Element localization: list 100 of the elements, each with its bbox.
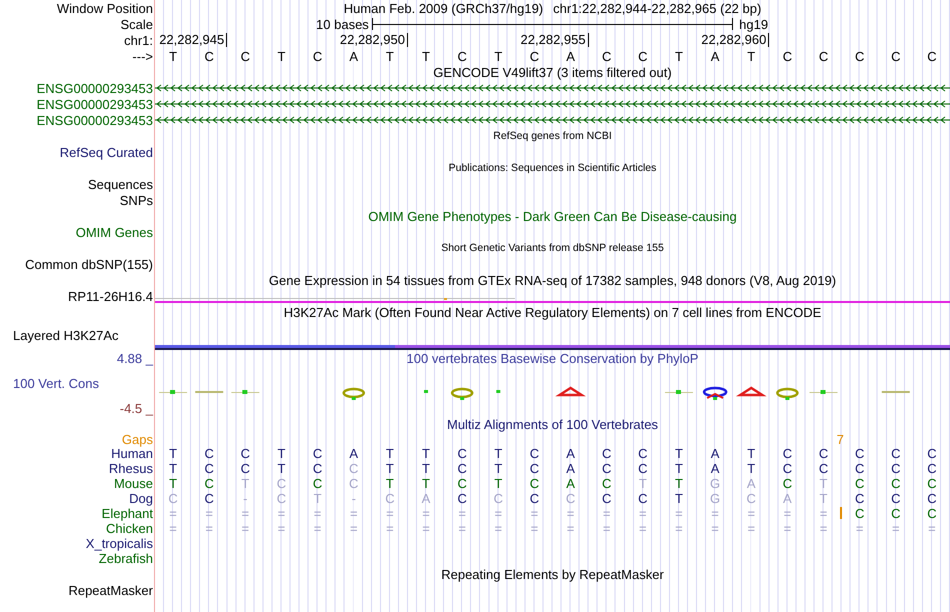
sequence-base: T [277, 48, 286, 64]
aligned-base: C [638, 491, 648, 506]
track-title: Repeating Elements by RepeatMasker [441, 566, 664, 582]
aligned-base: T [386, 476, 394, 491]
aligned-base: C [204, 461, 214, 476]
aligned-base: C [457, 476, 467, 491]
sequence-base: T [386, 48, 394, 64]
track-label[interactable]: Elephant [102, 506, 153, 521]
aligned-base: C [891, 491, 900, 506]
aligned-base: = [242, 521, 250, 536]
aligned-base: C [457, 461, 467, 476]
track-title: Short Genetic Variants from dbSNP release 155 [441, 242, 664, 254]
track-label[interactable]: Mouse [114, 476, 153, 491]
aligned-base: C [818, 446, 828, 461]
aligned-base: T [241, 476, 250, 491]
aligned-base: = [169, 506, 177, 521]
aligned-base: T [422, 461, 430, 476]
aligned-base: C [240, 446, 250, 461]
aligned-base: C [891, 461, 900, 476]
track-label[interactable]: Sequences [88, 176, 153, 192]
track-label[interactable]: Zebrafish [98, 551, 153, 566]
track-label[interactable]: Chicken [106, 521, 153, 536]
track-label[interactable]: -4.5 _ [120, 400, 153, 416]
aligned-base: = [784, 521, 792, 536]
track-label[interactable]: RepeatMasker [68, 582, 153, 598]
sequence-base: C [204, 48, 214, 64]
ruler-tick: 22,282,960 [701, 33, 770, 47]
track-title: Multiz Alignments of 100 Vertebrates [446, 416, 658, 432]
aligned-base: - [243, 491, 248, 506]
aligned-base: C [349, 461, 358, 476]
aligned-base: A [349, 446, 358, 461]
sequence-base: C [927, 48, 937, 64]
aligned-base: A [566, 446, 575, 461]
track-title: GENCODE V49lift37 (3 items filtered out) [433, 64, 672, 80]
track-label[interactable]: Dog [129, 491, 153, 506]
aligned-base: = [856, 521, 864, 536]
aligned-base: T [820, 476, 828, 491]
aligned-base: G [710, 476, 720, 491]
sequence-base: C [891, 48, 900, 64]
track-label[interactable]: OMIM Genes [76, 224, 153, 240]
aligned-base: C [276, 476, 286, 491]
aligned-base: = [892, 521, 900, 536]
aligned-base: C [530, 491, 540, 506]
aligned-base: = [566, 506, 574, 521]
aligned-base: C [746, 491, 756, 506]
aligned-base: C [854, 506, 864, 521]
aligned-base: T [494, 461, 502, 476]
track-label[interactable]: ENSG00000293453 [36, 80, 153, 96]
sequence-base: C [312, 48, 322, 64]
track-label[interactable]: ENSG00000293453 [36, 96, 153, 112]
aligned-base: C [818, 461, 828, 476]
aligned-base: = [242, 506, 250, 521]
aligned-base: C [782, 476, 792, 491]
aligned-base: A [746, 476, 756, 491]
track-label[interactable]: ENSG00000293453 [36, 112, 153, 128]
track-label[interactable]: RefSeq Curated [60, 144, 153, 160]
sequence-base: A [566, 48, 575, 64]
track-label[interactable]: RP11-26H16.4 [68, 288, 153, 304]
sequence-base: C [854, 48, 864, 64]
aligned-base: C [638, 461, 648, 476]
aligned-base: = [458, 506, 466, 521]
sequence-base: C [818, 48, 828, 64]
track-label[interactable]: SNPs [120, 192, 153, 208]
aligned-base: C [457, 491, 467, 506]
aligned-base: C [566, 491, 576, 506]
aligned-base: = [530, 521, 538, 536]
aligned-base: G [710, 491, 720, 506]
aligned-base: C [494, 491, 503, 506]
aligned-base: T [386, 446, 394, 461]
aligned-base: T [494, 446, 502, 461]
aligned-base: T [277, 446, 286, 461]
aligned-base: C [240, 461, 250, 476]
aligned-base: C [204, 446, 214, 461]
aligned-base: = [314, 506, 322, 521]
track-label[interactable]: 4.88 _ [116, 350, 153, 366]
track-label[interactable]: Rhesus [108, 461, 153, 476]
track-label[interactable]: 100 Vert. Cons [13, 376, 99, 390]
sequence-base: T [674, 48, 683, 64]
aligned-base: = [639, 521, 647, 536]
aligned-base: = [458, 521, 466, 536]
aligned-base: C [854, 461, 864, 476]
sequence-base: C [602, 48, 612, 64]
gap-count: 7 [836, 432, 844, 447]
track-label[interactable]: Human [111, 446, 153, 461]
track-label[interactable]: Layered H3K27Ac [13, 328, 119, 342]
sequence-base: T [747, 48, 756, 64]
aligned-base: = [205, 521, 213, 536]
sequence-base: C [782, 48, 792, 64]
aligned-base: C [349, 476, 358, 491]
aligned-base: = [711, 506, 719, 521]
sequence-base: C [638, 48, 648, 64]
sequence-base: A [710, 48, 720, 64]
track-label[interactable]: Common dbSNP(155) [25, 256, 153, 272]
track-title: OMIM Gene Phenotypes - Dark Green Can Be Disease-causing [368, 208, 737, 224]
track-label[interactable]: X_tropicalis [86, 536, 153, 551]
aligned-base: C [530, 461, 540, 476]
aligned-base: T [674, 491, 683, 506]
aligned-base: C [312, 476, 322, 491]
aligned-base: C [891, 506, 900, 521]
aligned-base: = [422, 521, 430, 536]
